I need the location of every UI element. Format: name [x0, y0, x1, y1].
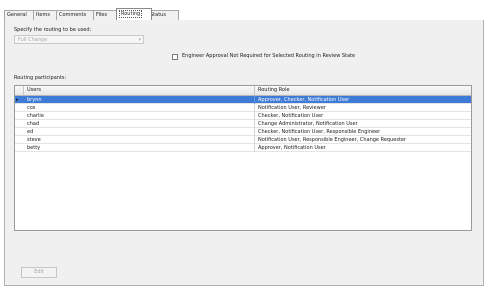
table-row[interactable]: chad Change Administrator, Notification … — [15, 120, 471, 128]
routing-dialog: General Items Comments Files Routing Sta… — [0, 0, 491, 293]
current-row-icon: ▸ — [16, 97, 19, 103]
user-cell: ed — [24, 128, 255, 136]
user-cell: betty — [24, 144, 255, 152]
role-cell: Notification User, Reviewer — [258, 105, 326, 111]
chevron-down-icon: ▾ — [138, 37, 141, 43]
table-row[interactable]: ▸ brynn Approver, Checker, Notification … — [15, 96, 471, 104]
edit-button[interactable]: Edit — [21, 267, 57, 278]
table-row[interactable]: betty Approver, Notification User — [15, 144, 471, 152]
engineer-approval-label: Engineer Approval Not Required for Selec… — [182, 53, 356, 59]
role-cell: Notification User, Responsible Engineer,… — [258, 137, 407, 143]
role-cell: Checker, Notification User, Responsible … — [258, 129, 381, 135]
tab-label: Files — [96, 12, 107, 18]
participants-table: Users Routing Role ▸ brynn Approver, Che… — [14, 85, 472, 231]
user-cell: brynn — [24, 96, 255, 104]
tab-routing[interactable]: Routing — [116, 8, 152, 20]
table-row[interactable]: ed Checker, Notification User, Responsib… — [15, 128, 471, 136]
tab-label: Comments — [59, 12, 87, 18]
table-row[interactable]: charlie Checker, Notification User — [15, 112, 471, 120]
tab-label: Status — [150, 12, 166, 18]
engineer-approval-checkbox[interactable] — [172, 54, 178, 60]
user-cell: charlie — [24, 112, 255, 120]
tab-comments[interactable]: Comments — [56, 10, 98, 20]
column-header-users[interactable]: Users — [24, 86, 255, 95]
routing-participants-label: Routing participants: — [14, 75, 67, 81]
row-header-corner — [15, 86, 24, 95]
role-cell: Approver, Checker, Notification User — [258, 97, 350, 103]
user-cell: chad — [24, 120, 255, 128]
tab-label: General — [7, 12, 27, 18]
table-header: Users Routing Role — [15, 86, 471, 96]
role-cell: Approver, Notification User — [258, 145, 326, 151]
routing-select-value: Full Change — [18, 37, 48, 43]
tab-label: Routing — [119, 10, 143, 18]
user-cell: steve — [24, 136, 255, 144]
role-cell: Checker, Notification User — [258, 113, 324, 119]
tab-label: Items — [36, 12, 50, 18]
table-row[interactable]: cos Notification User, Reviewer — [15, 104, 471, 112]
routing-source-label: Specify the routing to be used: — [14, 27, 92, 33]
column-header-routing-role[interactable]: Routing Role — [255, 86, 471, 95]
role-cell: Change Administrator, Notification User — [258, 121, 358, 127]
routing-select[interactable]: Full Change ▾ — [14, 35, 144, 44]
user-cell: cos — [24, 104, 255, 112]
table-row[interactable]: steve Notification User, Responsible Eng… — [15, 136, 471, 144]
